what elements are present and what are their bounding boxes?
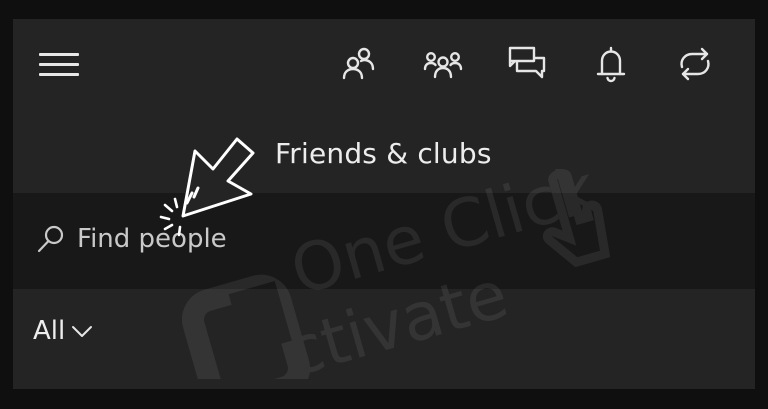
menu-line bbox=[39, 73, 79, 76]
friends-button[interactable] bbox=[317, 41, 401, 87]
top-bar bbox=[13, 19, 755, 109]
friends-icon bbox=[342, 47, 375, 80]
page-title: Friends & clubs bbox=[275, 137, 492, 170]
chevron-down-icon bbox=[72, 326, 93, 337]
filter-label: All bbox=[33, 316, 66, 346]
parties-button[interactable] bbox=[401, 41, 485, 87]
chat-button[interactable] bbox=[485, 41, 569, 87]
filter-dropdown[interactable]: All bbox=[33, 311, 95, 351]
menu-line bbox=[39, 63, 79, 66]
title-row: Friends & clubs bbox=[13, 129, 755, 179]
top-icon-bar bbox=[317, 41, 737, 87]
parties-icon bbox=[423, 51, 463, 79]
menu-button[interactable] bbox=[39, 47, 81, 77]
search-bar[interactable] bbox=[13, 193, 755, 289]
search-input[interactable] bbox=[77, 219, 677, 259]
chat-icon bbox=[508, 46, 546, 79]
notifications-icon bbox=[596, 46, 626, 83]
sync-icon bbox=[680, 47, 710, 81]
sync-button[interactable] bbox=[653, 41, 737, 87]
app-window: Friends & clubs All One Click ctivate bbox=[13, 19, 755, 389]
menu-line bbox=[39, 53, 79, 56]
search-icon bbox=[37, 225, 64, 253]
notifications-button[interactable] bbox=[569, 41, 653, 87]
